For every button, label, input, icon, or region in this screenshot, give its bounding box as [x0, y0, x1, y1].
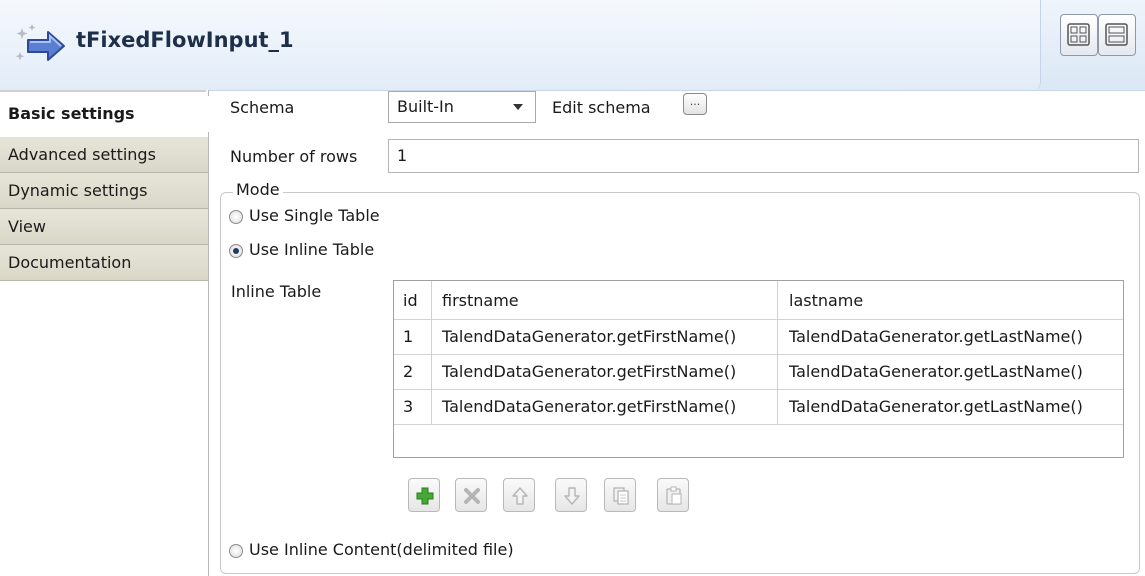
component-title: tFixedFlowInput_1: [76, 28, 294, 52]
list-view-icon: [1105, 23, 1128, 46]
mode-label: Mode: [233, 180, 283, 199]
add-row-button[interactable]: [408, 478, 440, 512]
list-view-button[interactable]: [1098, 14, 1136, 56]
inline-table-radio[interactable]: [229, 244, 243, 258]
edit-schema-button[interactable]: ...: [683, 93, 707, 115]
tabs-divider: [0, 90, 206, 92]
paste-icon: [666, 486, 682, 505]
rows-label: Number of rows: [230, 147, 358, 166]
number-of-rows-input[interactable]: 1: [388, 139, 1139, 173]
tab-view[interactable]: View: [0, 209, 208, 245]
grid-view-button[interactable]: [1060, 14, 1098, 56]
table-row[interactable]: 2 TalendDataGenerator.getFirstName() Tal…: [394, 354, 1123, 390]
delete-row-button[interactable]: [455, 478, 487, 512]
table-row[interactable]: 3 TalendDataGenerator.getFirstName() Tal…: [394, 389, 1123, 425]
settings-tab-list: Basic settings Advanced settings Dynamic…: [0, 90, 209, 576]
delete-icon: [464, 488, 480, 504]
table-cell-lastname[interactable]: TalendDataGenerator.getLastName(): [777, 389, 1123, 424]
single-table-label[interactable]: Use Single Table: [249, 206, 380, 225]
column-header-id[interactable]: id: [394, 281, 431, 319]
tab-advanced-settings[interactable]: Advanced settings: [0, 137, 208, 173]
inline-content-radio[interactable]: [229, 544, 243, 558]
tab-documentation[interactable]: Documentation: [0, 245, 208, 281]
move-down-button[interactable]: [555, 478, 587, 512]
add-icon: [416, 487, 434, 505]
paste-row-button[interactable]: [657, 478, 689, 512]
inline-content-label[interactable]: Use Inline Content(delimited file): [249, 540, 514, 559]
schema-select-value: Built-In: [397, 97, 454, 116]
inline-table-label: Inline Table: [231, 282, 322, 301]
copy-row-button[interactable]: [604, 478, 636, 512]
move-up-icon: [512, 487, 528, 505]
edit-schema-label: Edit schema: [552, 98, 651, 117]
column-header-lastname[interactable]: lastname: [777, 281, 1123, 319]
move-down-icon: [564, 487, 580, 505]
single-table-radio[interactable]: [229, 210, 243, 224]
move-up-button[interactable]: [503, 478, 535, 512]
tab-basic-settings[interactable]: Basic settings: [0, 96, 209, 132]
column-header-firstname[interactable]: firstname: [431, 281, 777, 319]
table-cell-firstname[interactable]: TalendDataGenerator.getFirstName(): [431, 389, 777, 424]
table-header-row: id firstname lastname: [394, 281, 1123, 320]
tab-dynamic-settings[interactable]: Dynamic settings: [0, 173, 208, 209]
schema-select[interactable]: Built-In: [388, 91, 536, 123]
inline-table[interactable]: id firstname lastname 1 TalendDataGenera…: [393, 280, 1124, 458]
chevron-down-icon: [513, 104, 523, 110]
copy-icon: [613, 487, 629, 505]
table-cell-id[interactable]: 1: [394, 319, 431, 354]
inline-table-option-label[interactable]: Use Inline Table: [249, 240, 374, 259]
grid-view-icon: [1067, 23, 1090, 46]
table-cell-id[interactable]: 3: [394, 389, 431, 424]
table-cell-firstname[interactable]: TalendDataGenerator.getFirstName(): [431, 319, 777, 354]
component-arrow-icon: [12, 22, 70, 68]
table-cell-lastname[interactable]: TalendDataGenerator.getLastName(): [777, 319, 1123, 354]
table-cell-id[interactable]: 2: [394, 354, 431, 389]
table-row[interactable]: 1 TalendDataGenerator.getFirstName() Tal…: [394, 319, 1123, 355]
table-cell-lastname[interactable]: TalendDataGenerator.getLastName(): [777, 354, 1123, 389]
schema-label: Schema: [230, 98, 295, 117]
table-cell-firstname[interactable]: TalendDataGenerator.getFirstName(): [431, 354, 777, 389]
